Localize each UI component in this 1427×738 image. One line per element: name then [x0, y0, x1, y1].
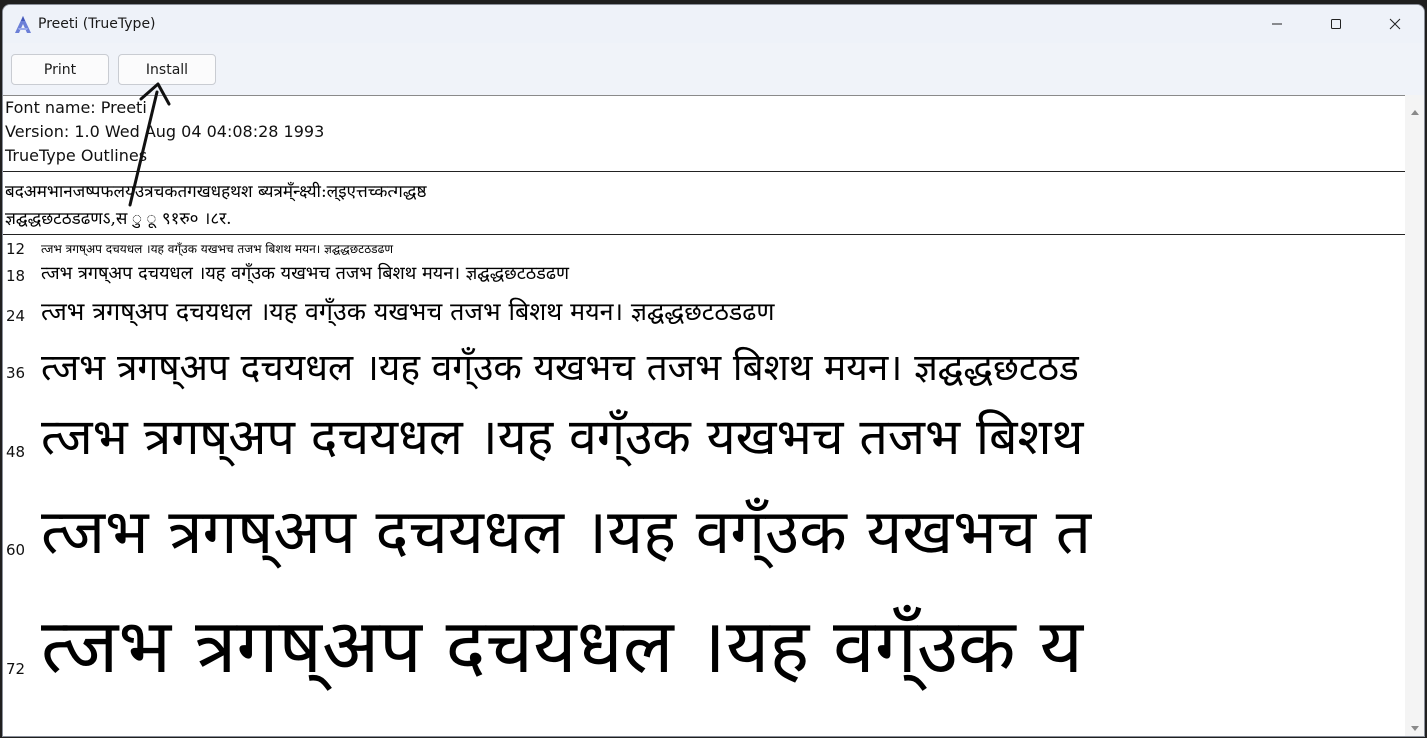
sample-text-48: त्जभ त्रगष्अप दचयधल ।यह वग्ँउक यखभच तजभ …: [41, 408, 1084, 466]
scroll-down-icon[interactable]: [1410, 720, 1420, 736]
window-title: Preeti (TrueType): [38, 16, 156, 32]
sample-text-12: त्जभ त्रगष्अप दचयधल ।यह वग्ँउक यखभच तजभ …: [41, 242, 394, 256]
minimize-icon: [1271, 18, 1283, 30]
install-button[interactable]: Install: [118, 54, 216, 85]
close-button[interactable]: [1366, 5, 1424, 43]
sample-size-label: 24: [6, 307, 26, 325]
sample-text-60: त्जभ त्रगष्अप दचयधल ।यह वग्ँउक यखभच त: [41, 495, 1092, 568]
sample-size-label: 72: [6, 660, 26, 678]
vertical-scrollbar[interactable]: [1405, 95, 1424, 736]
font-name-line: Font name: Preeti: [5, 98, 147, 117]
sample-text-36: त्जभ त्रगष्अप दचयधल ।यह वग्ँउक यखभच तजभ …: [41, 346, 1079, 389]
divider: [3, 234, 1405, 235]
maximize-icon: [1330, 18, 1342, 30]
sample-text-18: त्जभ त्रगष्अप दचयधल ।यह वग्ँउक यखभच तजभ …: [41, 263, 570, 284]
print-button[interactable]: Print: [11, 54, 109, 85]
close-icon: [1389, 18, 1401, 30]
sample-text-24: त्जभ त्रगष्अप दचयधल ।यह वग्ँउक यखभच तजभ …: [41, 297, 775, 326]
sample-size-label: 36: [6, 364, 26, 382]
sample-size-label: 12: [6, 240, 26, 258]
font-preview-area: Font name: Preeti Version: 1.0 Wed Aug 0…: [3, 95, 1405, 736]
sample-text-72: त्जभ त्रगष्अप दचयधल ।यह वग्ँउक य: [41, 602, 1084, 690]
minimize-button[interactable]: [1248, 5, 1306, 43]
font-version-line: Version: 1.0 Wed Aug 04 04:08:28 1993: [5, 122, 325, 141]
font-viewer-window: Preeti (TrueType) Print Install Font nam…: [2, 4, 1425, 737]
charset-line-1: बदअमभानजष्पफलयउत्रचकतगखधहथश ब्यत्रम्ँन्क…: [5, 182, 427, 202]
divider: [3, 171, 1405, 172]
title-bar[interactable]: Preeti (TrueType): [3, 5, 1424, 43]
charset-line-2: ज्ञद्घद्धछटठडढणऽ,स ु ू ९१रु० ।८र.: [5, 209, 232, 229]
font-viewer-icon: [13, 15, 33, 35]
sample-size-label: 18: [6, 267, 26, 285]
font-outline-line: TrueType Outlines: [5, 146, 148, 165]
scroll-up-icon[interactable]: [1410, 103, 1420, 121]
sample-size-label: 60: [6, 541, 26, 559]
sample-size-label: 48: [6, 443, 26, 461]
maximize-button[interactable]: [1307, 5, 1365, 43]
toolbar: Print Install: [3, 43, 1424, 95]
